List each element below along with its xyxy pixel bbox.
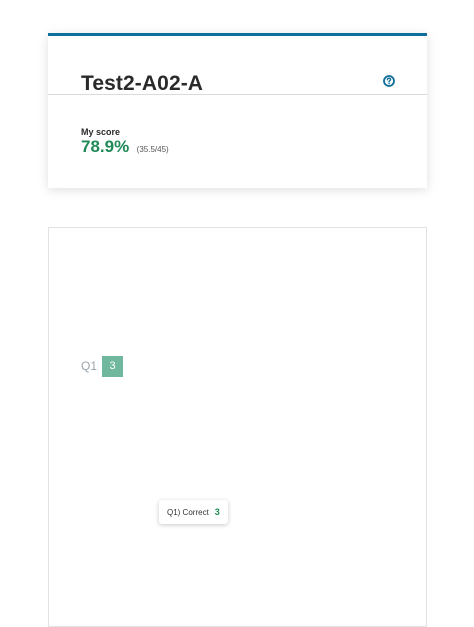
help-circle-icon[interactable] [383, 74, 395, 87]
score-row: 78.9% (35.5/45) [81, 137, 169, 157]
score-percent: 78.9% [81, 137, 130, 156]
score-card: Test2-A02-A My score 78.9% (35.5/45) [48, 33, 427, 188]
score-label: My score [81, 127, 121, 137]
tooltip-score: 3 [214, 507, 220, 517]
test-title: Test2-A02-A [81, 72, 204, 95]
question-tooltip: Q1) Correct 3 [159, 500, 228, 524]
tooltip-text: Q1) Correct [167, 507, 209, 517]
title-divider [48, 94, 427, 95]
question-label: Q1 [81, 359, 98, 373]
question-score-chip[interactable]: 3 [102, 356, 123, 377]
question-card: Q1 3 Q1) Correct 3 [48, 227, 427, 627]
score-fraction: (35.5/45) [136, 145, 169, 154]
